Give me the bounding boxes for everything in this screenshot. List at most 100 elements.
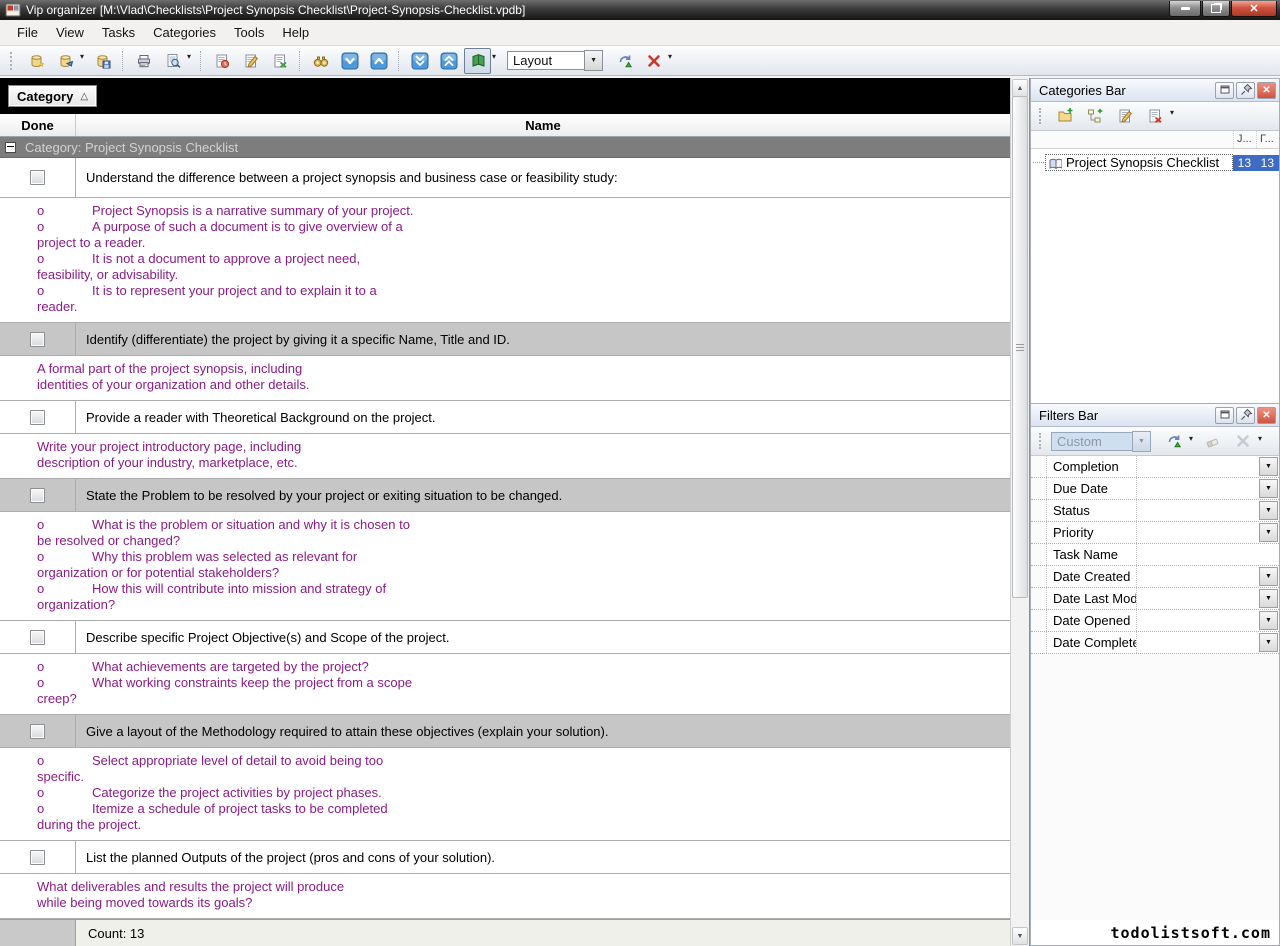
collapse-icon[interactable]	[5, 142, 16, 153]
task-checkbox[interactable]	[30, 850, 45, 865]
chevron-down-icon[interactable]: ▼	[1259, 457, 1278, 476]
task-checkbox[interactable]	[30, 724, 45, 739]
layout-combo-value[interactable]: Layout	[507, 51, 584, 70]
task-row[interactable]: Give a layout of the Methodology require…	[0, 715, 1010, 748]
print-button[interactable]	[130, 48, 157, 74]
filters-restore-button[interactable]	[1215, 407, 1234, 424]
new-task-button[interactable]	[208, 48, 235, 74]
chevron-down-icon[interactable]: ▼	[1259, 523, 1278, 542]
brand-link[interactable]: todolistsoft.com	[1031, 920, 1279, 945]
chevron-down-icon[interactable]: ▼	[1259, 479, 1278, 498]
chevron-down-icon[interactable]: ▼	[1259, 567, 1278, 586]
delete-category-button[interactable]	[1141, 103, 1168, 129]
task-name[interactable]: Describe specific Project Objective(s) a…	[75, 621, 1010, 653]
chevron-down-icon[interactable]: ▼	[1132, 431, 1151, 452]
task-checkbox[interactable]	[30, 630, 45, 645]
task-name[interactable]: Identify (differentiate) the project by …	[75, 323, 1010, 355]
minimize-button[interactable]	[1169, 1, 1201, 17]
filter-preset-value[interactable]: Custom	[1051, 432, 1132, 451]
scrollbar-down-arrow[interactable]: ▼	[1012, 927, 1028, 945]
clear-filter-button[interactable]	[1199, 428, 1226, 454]
find-button[interactable]	[307, 48, 334, 74]
filter-value-cell[interactable]	[1136, 544, 1279, 565]
filter-value-cell[interactable]	[1136, 588, 1259, 609]
scrollbar-up-arrow[interactable]: ▲	[1012, 79, 1028, 97]
save-database-button[interactable]	[89, 48, 116, 74]
filter-preset-combo[interactable]: Custom ▼	[1051, 431, 1151, 452]
apply-layout-button[interactable]	[611, 48, 638, 74]
categories-count-column-2[interactable]: Г...	[1256, 131, 1279, 148]
column-header-name[interactable]: Name	[76, 114, 1010, 136]
task-row[interactable]: Provide a reader with Theoretical Backgr…	[0, 401, 1010, 434]
category-group-row[interactable]: Category: Project Synopsis Checklist	[0, 137, 1010, 158]
filter-value-cell[interactable]	[1136, 566, 1259, 587]
layout-combo[interactable]: Layout▼	[507, 50, 603, 71]
dropdown-caret-icon[interactable]: ▾	[80, 52, 84, 61]
menu-categories[interactable]: Categories	[144, 22, 225, 43]
task-checkbox[interactable]	[30, 332, 45, 347]
task-name[interactable]: State the Problem to be resolved by your…	[75, 479, 1010, 511]
new-database-button[interactable]	[23, 48, 50, 74]
move-up-button[interactable]	[365, 48, 392, 74]
chevron-down-icon[interactable]: ▼	[1259, 501, 1278, 520]
menu-tools[interactable]: Tools	[225, 22, 273, 43]
menu-help[interactable]: Help	[273, 22, 318, 43]
edit-category-button[interactable]	[1111, 103, 1138, 129]
apply-filter-button[interactable]	[1160, 428, 1187, 454]
scrollbar-thumb[interactable]	[1012, 96, 1028, 598]
new-checklist-button[interactable]	[1051, 103, 1078, 129]
move-down-button[interactable]	[336, 48, 363, 74]
categories-count-column-1[interactable]: J...	[1233, 131, 1256, 148]
task-checkbox[interactable]	[30, 488, 45, 503]
move-to-top-button[interactable]	[435, 48, 462, 74]
menu-file[interactable]: File	[8, 22, 47, 43]
task-name[interactable]: Provide a reader with Theoretical Backgr…	[75, 401, 1010, 433]
filter-value-cell[interactable]	[1136, 610, 1259, 631]
delete-layout-button[interactable]	[640, 48, 667, 74]
filters-close-button[interactable]: ✕	[1257, 407, 1276, 424]
dropdown-caret-icon[interactable]: ▾	[187, 52, 191, 61]
filter-value-cell[interactable]	[1136, 478, 1259, 499]
close-button[interactable]: ✕	[1231, 1, 1277, 17]
filter-value-cell[interactable]	[1136, 456, 1259, 477]
filter-value-cell[interactable]	[1136, 522, 1259, 543]
dropdown-caret-icon[interactable]: ▾	[492, 52, 496, 61]
restore-button[interactable]	[1202, 1, 1230, 17]
print-preview-button[interactable]	[159, 48, 186, 74]
chevron-down-icon[interactable]: ▼	[1259, 589, 1278, 608]
task-row[interactable]: Describe specific Project Objective(s) a…	[0, 621, 1010, 654]
dropdown-caret-icon[interactable]: ▾	[1170, 108, 1174, 117]
menu-tasks[interactable]: Tasks	[93, 22, 144, 43]
column-header-done[interactable]: Done	[0, 114, 76, 136]
main-vertical-scrollbar[interactable]: ▲ ▼	[1010, 78, 1029, 946]
task-checkbox[interactable]	[30, 410, 45, 425]
chevron-down-icon[interactable]: ▼	[584, 50, 603, 71]
toolbar-overflow-icon[interactable]: ▾	[668, 52, 672, 61]
task-name[interactable]: List the planned Outputs of the project …	[75, 841, 1010, 873]
category-tree-item[interactable]: Project Synopsis Checklist1313	[1031, 153, 1279, 172]
category-label[interactable]: Project Synopsis Checklist	[1066, 155, 1219, 170]
new-category-button[interactable]	[1081, 103, 1108, 129]
filters-pin-button[interactable]	[1236, 407, 1255, 424]
open-database-button[interactable]	[52, 48, 79, 74]
categories-pin-button[interactable]	[1236, 82, 1255, 99]
categories-restore-button[interactable]	[1215, 82, 1234, 99]
edit-task-button[interactable]	[237, 48, 264, 74]
group-by-category-chip[interactable]: Category △	[8, 85, 97, 107]
task-name[interactable]: Understand the difference between a proj…	[75, 158, 1010, 197]
remove-filter-button[interactable]	[1229, 428, 1256, 454]
chevron-down-icon[interactable]: ▼	[1259, 611, 1278, 630]
filter-value-cell[interactable]	[1136, 500, 1259, 521]
delete-task-button[interactable]	[266, 48, 293, 74]
menu-view[interactable]: View	[47, 22, 93, 43]
task-checkbox[interactable]	[30, 170, 45, 185]
task-row[interactable]: List the planned Outputs of the project …	[0, 841, 1010, 874]
notes-view-toggle[interactable]	[464, 48, 491, 74]
task-row[interactable]: Identify (differentiate) the project by …	[0, 323, 1010, 356]
task-name[interactable]: Give a layout of the Methodology require…	[75, 715, 1010, 747]
chevron-down-icon[interactable]: ▼	[1259, 633, 1278, 652]
move-to-bottom-button[interactable]	[406, 48, 433, 74]
category-selection[interactable]: Project Synopsis Checklist	[1045, 154, 1233, 171]
dropdown-caret-icon[interactable]: ▾	[1189, 434, 1193, 443]
toolbar-overflow-icon[interactable]: ▾	[1258, 434, 1262, 443]
